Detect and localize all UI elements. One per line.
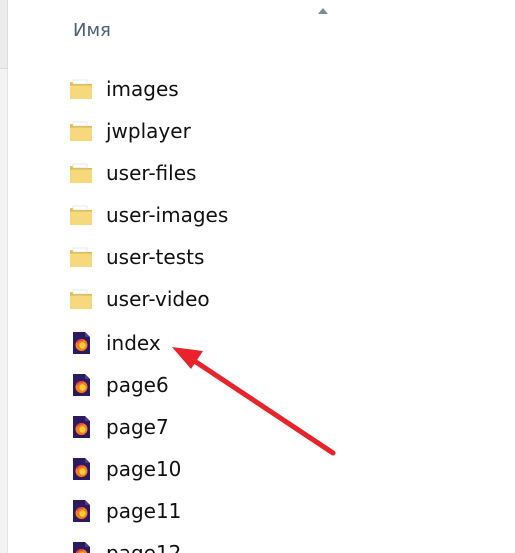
file-row-user-files[interactable]: user-files (60, 152, 500, 194)
file-row-page7[interactable]: page7 (60, 406, 500, 448)
firefox-html-file-icon (68, 372, 94, 398)
file-name: user-tests (106, 245, 205, 269)
firefox-html-file-icon (68, 498, 94, 524)
file-name: page6 (106, 373, 169, 397)
file-row-page10[interactable]: page10 (60, 448, 500, 490)
file-row-page12[interactable]: page12 (60, 532, 500, 553)
file-name: images (106, 77, 179, 101)
file-name: index (106, 331, 161, 355)
firefox-html-file-icon (68, 414, 94, 440)
file-row-index[interactable]: index (60, 322, 500, 364)
name-column-title[interactable]: Имя (73, 20, 111, 41)
navigation-pane-header-edge (0, 0, 8, 69)
file-name: page7 (106, 415, 169, 439)
file-name: user-files (106, 161, 197, 185)
firefox-html-file-icon (68, 330, 94, 356)
folder-icon (68, 202, 94, 228)
file-row-page6[interactable]: page6 (60, 364, 500, 406)
file-name: page10 (106, 457, 182, 481)
folder-icon (68, 286, 94, 312)
file-row-images[interactable]: images (60, 68, 500, 110)
folder-icon (68, 244, 94, 270)
file-name: page12 (106, 541, 182, 553)
folder-icon (68, 76, 94, 102)
folder-icon (68, 118, 94, 144)
file-row-user-tests[interactable]: user-tests (60, 236, 500, 278)
file-row-page11[interactable]: page11 (60, 490, 500, 532)
file-row-user-video[interactable]: user-video (60, 278, 500, 320)
file-name: user-images (106, 203, 229, 227)
firefox-html-file-icon (68, 540, 94, 553)
folder-icon (68, 160, 94, 186)
navigation-pane-edge (0, 0, 8, 553)
firefox-html-file-icon (68, 456, 94, 482)
sort-ascending-icon[interactable] (318, 8, 328, 14)
file-name: user-video (106, 287, 210, 311)
column-header[interactable]: Имя (8, 0, 515, 58)
file-row-jwplayer[interactable]: jwplayer (60, 110, 500, 152)
file-name: jwplayer (106, 119, 191, 143)
file-name: page11 (106, 499, 182, 523)
file-row-user-images[interactable]: user-images (60, 194, 500, 236)
